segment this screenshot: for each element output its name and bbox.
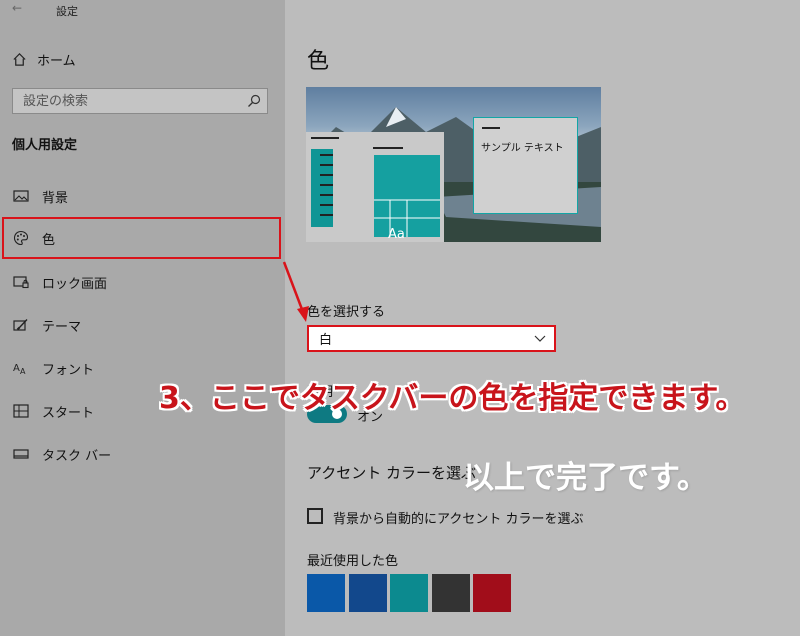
- sidebar-item-label: タスク バー: [42, 448, 112, 464]
- sidebar-item-lock-screen[interactable]: ロック画面: [0, 264, 285, 300]
- sidebar: ← 設定 ホーム 個人用設定 背景 色 ロック画面: [0, 0, 285, 636]
- accent-color-title: アクセント カラーを選ぶ: [307, 464, 477, 482]
- line-decoration: [320, 204, 333, 206]
- sidebar-item-label: スタート: [42, 405, 95, 421]
- window-title-bar-line: [482, 127, 500, 129]
- search-box[interactable]: [12, 88, 268, 114]
- sidebar-item-background[interactable]: 背景: [0, 178, 285, 214]
- sidebar-item-taskbar[interactable]: タスク バー: [0, 436, 285, 472]
- start-menu-preview: Aa: [306, 132, 444, 242]
- recent-color-swatch[interactable]: [390, 574, 428, 612]
- sidebar-item-label: テーマ: [42, 319, 82, 335]
- choose-color-value: 白: [319, 333, 333, 348]
- home-icon: [13, 53, 26, 66]
- page-title: 色: [307, 49, 330, 74]
- recent-color-swatch[interactable]: [307, 574, 345, 612]
- selected-item-highlight: [2, 217, 281, 259]
- sidebar-item-label: フォント: [42, 362, 95, 378]
- sidebar-item-label: 背景: [42, 190, 69, 206]
- start-grid-icon: [12, 403, 30, 419]
- choose-color-dropdown[interactable]: 白: [307, 325, 556, 352]
- done-annotation: 以上で完了です。: [463, 460, 708, 496]
- auto-accent-label[interactable]: 背景から自動的にアクセント カラーを選ぶ: [333, 508, 583, 527]
- image-icon: [12, 188, 30, 204]
- home-label: ホーム: [37, 54, 76, 69]
- svg-text:A: A: [13, 363, 20, 374]
- line-decoration: [320, 214, 333, 216]
- theme-preview: Aa サンプル テキスト: [306, 87, 601, 242]
- line-decoration: [320, 184, 333, 186]
- app-title: 設定: [56, 5, 78, 18]
- sidebar-item-label: ロック画面: [42, 276, 108, 292]
- sample-text: サンプル テキスト: [481, 143, 564, 154]
- back-arrow-icon[interactable]: ←: [12, 1, 22, 15]
- recent-color-swatch[interactable]: [349, 574, 387, 612]
- recent-color-swatch[interactable]: [432, 574, 470, 612]
- line-decoration: [320, 164, 333, 166]
- recent-color-swatch[interactable]: [473, 574, 511, 612]
- lock-screen-icon: [12, 274, 30, 290]
- search-input[interactable]: [13, 89, 249, 113]
- recent-colors-label: 最近使用した色: [307, 554, 399, 569]
- auto-accent-checkbox[interactable]: [307, 508, 323, 524]
- sample-window-preview: サンプル テキスト: [473, 117, 578, 214]
- section-title: 個人用設定: [12, 138, 78, 153]
- font-icon: AA: [12, 360, 30, 376]
- line-decoration: [311, 137, 339, 139]
- main-content: 色 Aa サンプル テキスト 色を選択する 白 透明 オン アクセント カラーを…: [285, 0, 800, 636]
- sidebar-item-theme[interactable]: テーマ: [0, 307, 285, 343]
- home-nav-item[interactable]: ホーム: [12, 50, 76, 69]
- tile-preview: [374, 155, 440, 237]
- line-decoration: [320, 174, 333, 176]
- search-icon[interactable]: [247, 94, 261, 108]
- svg-text:A: A: [20, 367, 26, 376]
- tile-text: Aa: [388, 227, 405, 242]
- chevron-down-icon: [534, 335, 546, 342]
- step3-annotation: 3、ここでタスクバーの色を指定できます。: [159, 381, 746, 416]
- taskbar-icon: [12, 446, 30, 462]
- line-decoration: [320, 154, 333, 156]
- line-decoration: [373, 147, 403, 149]
- title-bar: ← 設定: [0, 0, 285, 20]
- line-decoration: [320, 194, 333, 196]
- theme-brush-icon: [12, 317, 30, 333]
- choose-color-label: 色を選択する: [307, 305, 386, 320]
